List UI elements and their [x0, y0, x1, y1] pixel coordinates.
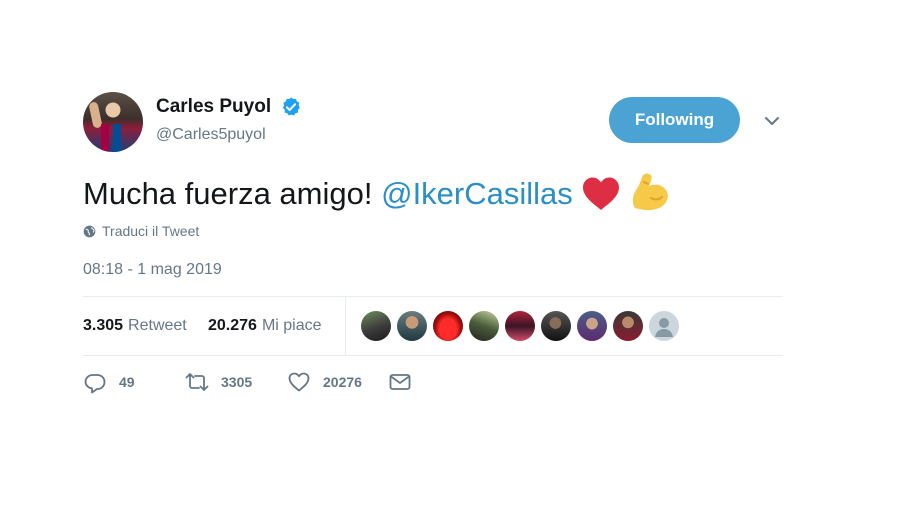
liker-avatar[interactable] — [613, 311, 643, 341]
tweet-actions: 49 3305 20276 — [83, 370, 412, 394]
liker-avatar[interactable] — [505, 311, 535, 341]
mention-link[interactable]: @IkerCasillas — [381, 176, 573, 211]
tweet-text: Mucha fuerza amigo! @IkerCasillas — [83, 172, 673, 212]
tweet-stats: 3.305 Retweet 20.276 Mi piace — [83, 296, 783, 356]
following-button[interactable]: Following — [609, 97, 740, 143]
retweet-count: 3305 — [221, 374, 253, 390]
retweets-label: Retweet — [128, 317, 187, 334]
tweet-text-prefix: Mucha fuerza amigo! — [83, 176, 382, 211]
likes-count: 20.276 — [208, 317, 257, 334]
tweet-header: Carles Puyol @Carles5puyol Following — [83, 92, 783, 154]
liker-avatar[interactable] — [433, 311, 463, 341]
retweets-stat[interactable]: 3.305 Retweet — [83, 297, 187, 355]
avatar[interactable] — [83, 92, 143, 152]
timestamp[interactable]: 08:18 - 1 mag 2019 — [83, 261, 222, 279]
heart-icon — [288, 372, 310, 392]
verified-badge-icon — [282, 97, 300, 116]
direct-message-button[interactable] — [388, 370, 412, 394]
display-name[interactable]: Carles Puyol — [156, 96, 271, 118]
red-heart-icon — [582, 177, 619, 210]
likes-label: Mi piace — [261, 317, 322, 334]
liker-avatar[interactable] — [397, 311, 427, 341]
like-button[interactable]: 20276 — [287, 370, 388, 394]
liker-avatar[interactable] — [361, 311, 391, 341]
envelope-icon — [389, 374, 411, 390]
reply-count: 49 — [119, 374, 135, 390]
handle[interactable]: @Carles5puyol — [156, 126, 302, 144]
retweets-count: 3.305 — [83, 317, 124, 334]
globe-icon — [83, 225, 96, 237]
author-info[interactable]: Carles Puyol @Carles5puyol — [156, 96, 302, 144]
retweet-button[interactable]: 3305 — [185, 370, 287, 394]
likers-avatars — [361, 311, 679, 341]
reply-icon — [84, 374, 106, 394]
liker-avatar[interactable] — [541, 311, 571, 341]
like-count: 20276 — [323, 374, 362, 390]
reply-button[interactable]: 49 — [83, 370, 185, 394]
flexed-biceps-icon — [632, 173, 668, 210]
tweet: Carles Puyol @Carles5puyol Following Muc… — [83, 92, 783, 394]
liker-avatar[interactable] — [469, 311, 499, 341]
liker-avatar[interactable] — [577, 311, 607, 341]
translate-tweet-link[interactable]: Traduci il Tweet — [83, 223, 199, 239]
retweet-icon — [185, 373, 209, 391]
default-avatar[interactable] — [649, 311, 679, 341]
translate-label[interactable]: Traduci il Tweet — [102, 223, 199, 239]
likes-stat[interactable]: 20.276 Mi piace — [208, 297, 322, 355]
chevron-down-icon[interactable] — [764, 116, 780, 126]
stats-divider — [345, 297, 346, 355]
